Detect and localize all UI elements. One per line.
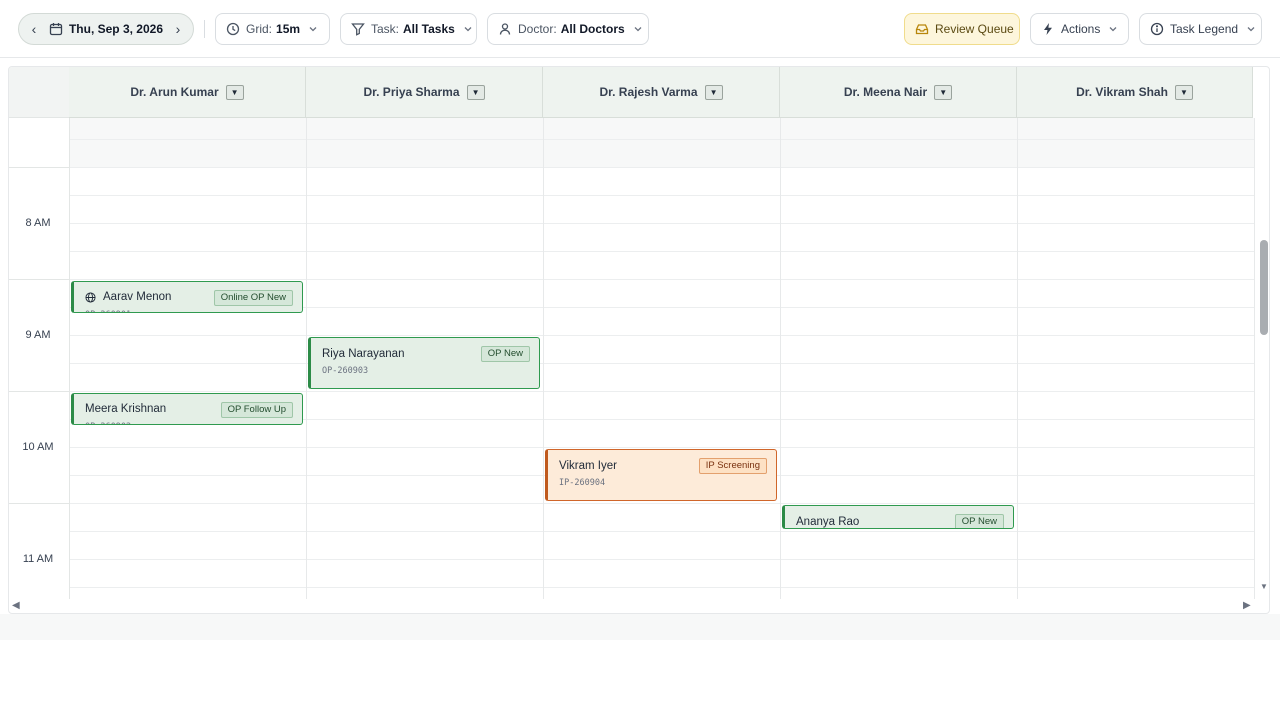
task-tag: OP New	[954, 514, 1004, 528]
grid-select[interactable]: Grid: 15m	[215, 13, 330, 45]
task-value: All Tasks	[403, 22, 455, 36]
date-label: Thu, Sep 3, 2026	[68, 22, 164, 36]
chevron-down-icon	[463, 24, 473, 34]
scroll-right-arrow[interactable]: ▶	[1243, 600, 1251, 611]
doctor-filter[interactable]: Doctor: All Doctors	[487, 13, 649, 45]
patient-name: Vikram Iyer	[559, 460, 617, 472]
doctor-menu-button[interactable]: ▼	[1174, 84, 1193, 100]
chevron-down-icon	[1108, 24, 1118, 34]
chevron-down-icon	[633, 24, 643, 34]
doctor-column[interactable]	[1018, 118, 1255, 599]
date-display[interactable]: Thu, Sep 3, 2026	[49, 22, 163, 36]
time-label: 9 AM	[25, 329, 51, 341]
calendar-icon	[49, 22, 63, 36]
time-label: 8 AM	[25, 217, 51, 229]
task-tag: Online OP New	[213, 290, 293, 306]
patient-id: OP-260902	[85, 422, 131, 424]
doctor-column-header: Dr. Arun Kumar ▼	[69, 67, 306, 118]
task-legend-label: Task Legend	[1170, 22, 1239, 36]
doctor-name: Dr. Meena Nair	[843, 85, 928, 99]
header-corner	[9, 67, 69, 118]
doctor-column-header: Dr. Rajesh Varma ▼	[543, 67, 780, 118]
patient-id: OP-260903	[322, 366, 369, 376]
appointment-card[interactable]: Vikram Iyer IP-260904 IP Screening	[545, 449, 777, 501]
patient-name: Ananya Rao	[796, 516, 860, 528]
date-picker: ‹ Thu, Sep 3, 2026 ›	[18, 13, 194, 45]
task-tag: OP Follow Up	[220, 402, 293, 418]
patient-name: Aarav Menon	[103, 291, 172, 303]
doctor-column[interactable]	[70, 118, 307, 599]
doctor-name: Dr. Rajesh Varma	[599, 85, 698, 99]
appointment-card[interactable]: Aarav Menon OP-260901 Online OP New	[71, 281, 303, 313]
time-label: 11 AM	[22, 553, 54, 565]
vertical-scrollbar[interactable]: ▼	[1259, 118, 1269, 599]
doctor-menu-button[interactable]: ▼	[704, 84, 723, 100]
user-icon	[498, 22, 512, 36]
toolbar: ‹ Thu, Sep 3, 2026 › Grid: 15m Task: All…	[0, 0, 1280, 58]
doctor-name: Dr. Priya Sharma	[363, 85, 460, 99]
patient-id: OP-260901	[85, 310, 131, 312]
review-queue-button[interactable]: Review Queue	[904, 13, 1020, 45]
grid-label: Grid:	[246, 22, 273, 36]
time-label: 10 AM	[22, 441, 54, 453]
footer-band	[0, 614, 1280, 640]
schedule-grid: Dr. Arun Kumar ▼ Dr. Priya Sharma ▼ Dr. …	[8, 66, 1270, 614]
scroll-down-arrow[interactable]: ▼	[1260, 582, 1268, 591]
doctor-column-header: Dr. Vikram Shah ▼	[1017, 67, 1253, 118]
hour-line	[9, 503, 70, 504]
chevron-down-icon	[308, 24, 318, 34]
clock-icon	[226, 22, 240, 36]
patient-name: Riya Narayanan	[322, 348, 405, 360]
appointment-card[interactable]: Ananya Rao OP New	[782, 505, 1014, 529]
chevron-down-icon	[1246, 24, 1256, 34]
doctor-menu-button[interactable]: ▼	[225, 84, 244, 100]
task-filter[interactable]: Task: All Tasks	[340, 13, 477, 45]
patient-id: IP-260904	[559, 478, 606, 488]
next-day-button[interactable]: ›	[163, 14, 193, 44]
doctor-column-header: Dr. Meena Nair ▼	[780, 67, 1017, 118]
hour-line	[9, 391, 70, 392]
appointment-card[interactable]: Riya Narayanan OP-260903 OP New	[308, 337, 540, 389]
prev-day-button[interactable]: ‹	[19, 14, 49, 44]
toolbar-divider	[204, 20, 205, 38]
grid-value: 15m	[276, 22, 301, 36]
scroll-left-arrow[interactable]: ◀	[12, 600, 20, 611]
lightning-icon	[1041, 22, 1055, 36]
task-tag: OP New	[480, 346, 530, 362]
schedule-body[interactable]: 8 AM 9 AM 10 AM 11 AM Aarav Menon OP-260…	[9, 118, 1255, 599]
info-icon	[1150, 22, 1164, 36]
actions-label: Actions	[1061, 22, 1101, 36]
task-label: Task:	[371, 22, 400, 36]
doctor-label: Doctor:	[518, 22, 557, 36]
task-legend-button[interactable]: Task Legend	[1139, 13, 1262, 45]
doctor-value: All Doctors	[560, 22, 625, 36]
task-tag: IP Screening	[698, 458, 767, 474]
time-gutter: 8 AM 9 AM 10 AM 11 AM	[9, 118, 70, 599]
doctor-menu-button[interactable]: ▼	[466, 84, 485, 100]
hour-line	[9, 279, 70, 280]
review-queue-label: Review Queue	[935, 22, 1014, 36]
doctor-column[interactable]	[544, 118, 781, 599]
patient-name: Meera Krishnan	[85, 403, 167, 415]
patient-name-row: Aarav Menon	[85, 291, 171, 303]
doctor-name: Dr. Arun Kumar	[130, 85, 219, 99]
hour-line	[9, 167, 70, 168]
globe-icon	[85, 291, 96, 303]
filter-icon	[351, 22, 365, 36]
actions-menu-button[interactable]: Actions	[1030, 13, 1129, 45]
inbox-icon	[915, 22, 929, 36]
doctor-menu-button[interactable]: ▼	[934, 84, 953, 100]
scroll-thumb[interactable]	[1260, 240, 1268, 335]
doctor-column-header: Dr. Priya Sharma ▼	[306, 67, 543, 118]
horizontal-scrollbar[interactable]: ◀ ▶	[9, 599, 1269, 613]
doctor-name: Dr. Vikram Shah	[1076, 85, 1168, 99]
appointment-card[interactable]: Meera Krishnan OP-260902 OP Follow Up	[71, 393, 303, 425]
